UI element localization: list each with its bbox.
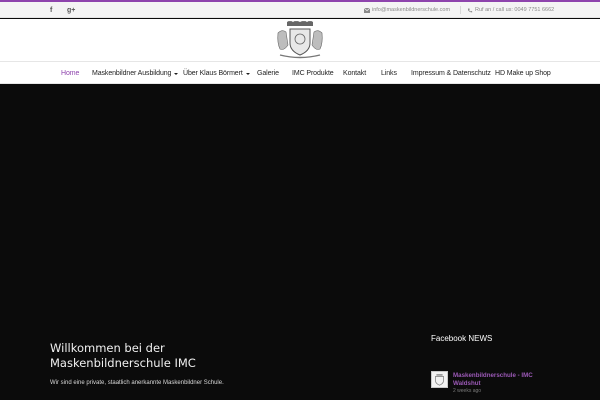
nav-item-label: Home (61, 70, 80, 77)
site-header (0, 19, 600, 61)
nav-item-label: Kontakt (343, 70, 367, 77)
school-crest-logo[interactable] (274, 21, 326, 59)
welcome-heading-line-1: Willkommen bei der (50, 341, 165, 355)
phone-info: Ruf an / call us: 0049 7751 6662 (467, 2, 554, 18)
google-plus-link[interactable]: g+ (67, 2, 75, 18)
nav-item-maskenbildner-ausbildung[interactable]: Maskenbildner Ausbildung (92, 62, 179, 85)
email-link[interactable]: info@maskenbildnerschule.com (364, 2, 450, 18)
welcome-heading: Willkommen bei der Maskenbildnerschule I… (50, 341, 260, 371)
facebook-news-title: Facebook NEWS (431, 334, 493, 343)
nav-item-home[interactable]: Home (61, 62, 79, 85)
top-bar: f g+ info@maskenbildnerschule.com Ruf an… (0, 2, 600, 18)
nav-item-galerie[interactable]: Galerie (257, 62, 279, 85)
nav-item-label: IMC Produkte (292, 70, 334, 77)
nav-item-imc-produkte[interactable]: IMC Produkte (292, 62, 334, 85)
caret-down-icon (174, 72, 179, 75)
nav-item-impressum-datenschutz[interactable]: Impressum & Datenschutz (411, 62, 491, 85)
phone-text: Ruf an / call us: 0049 7751 6662 (475, 7, 555, 13)
nav-item-label: Galerie (257, 70, 279, 77)
facebook-page-avatar[interactable] (431, 371, 448, 388)
caret-down-icon (245, 72, 250, 75)
nav-item-hd-make-up-shop[interactable]: HD Make up Shop (495, 62, 551, 85)
nav-item-label: Über Klaus Börmert (183, 70, 243, 77)
facebook-icon: f (50, 6, 53, 14)
facebook-page-link[interactable]: Maskenbildnerschule - IMC Waldshut (453, 372, 543, 388)
main-navigation: Home Maskenbildner Ausbildung Über Klaus… (0, 61, 600, 84)
welcome-heading-line-2: Maskenbildnerschule IMC (50, 356, 196, 370)
nav-item-links[interactable]: Links (381, 62, 397, 85)
email-text: info@maskenbildnerschule.com (372, 7, 451, 13)
nav-item-label: Impressum & Datenschutz (411, 70, 491, 77)
intro-text: Wir sind eine private, staatlich anerkan… (50, 380, 224, 386)
nav-item-label: Maskenbildner Ausbildung (92, 70, 172, 77)
google-plus-icon: g+ (67, 6, 76, 14)
envelope-icon (364, 7, 370, 13)
facebook-link[interactable]: f (50, 2, 52, 18)
nav-item-kontakt[interactable]: Kontakt (343, 62, 366, 85)
contact-divider (460, 6, 461, 14)
nav-item-label: HD Make up Shop (495, 70, 551, 77)
facebook-post-time: 2 weeks ago (453, 388, 482, 394)
nav-item-label: Links (381, 70, 397, 77)
nav-item-ueber-klaus-boermert[interactable]: Über Klaus Börmert (183, 62, 250, 85)
phone-icon (467, 7, 473, 12)
